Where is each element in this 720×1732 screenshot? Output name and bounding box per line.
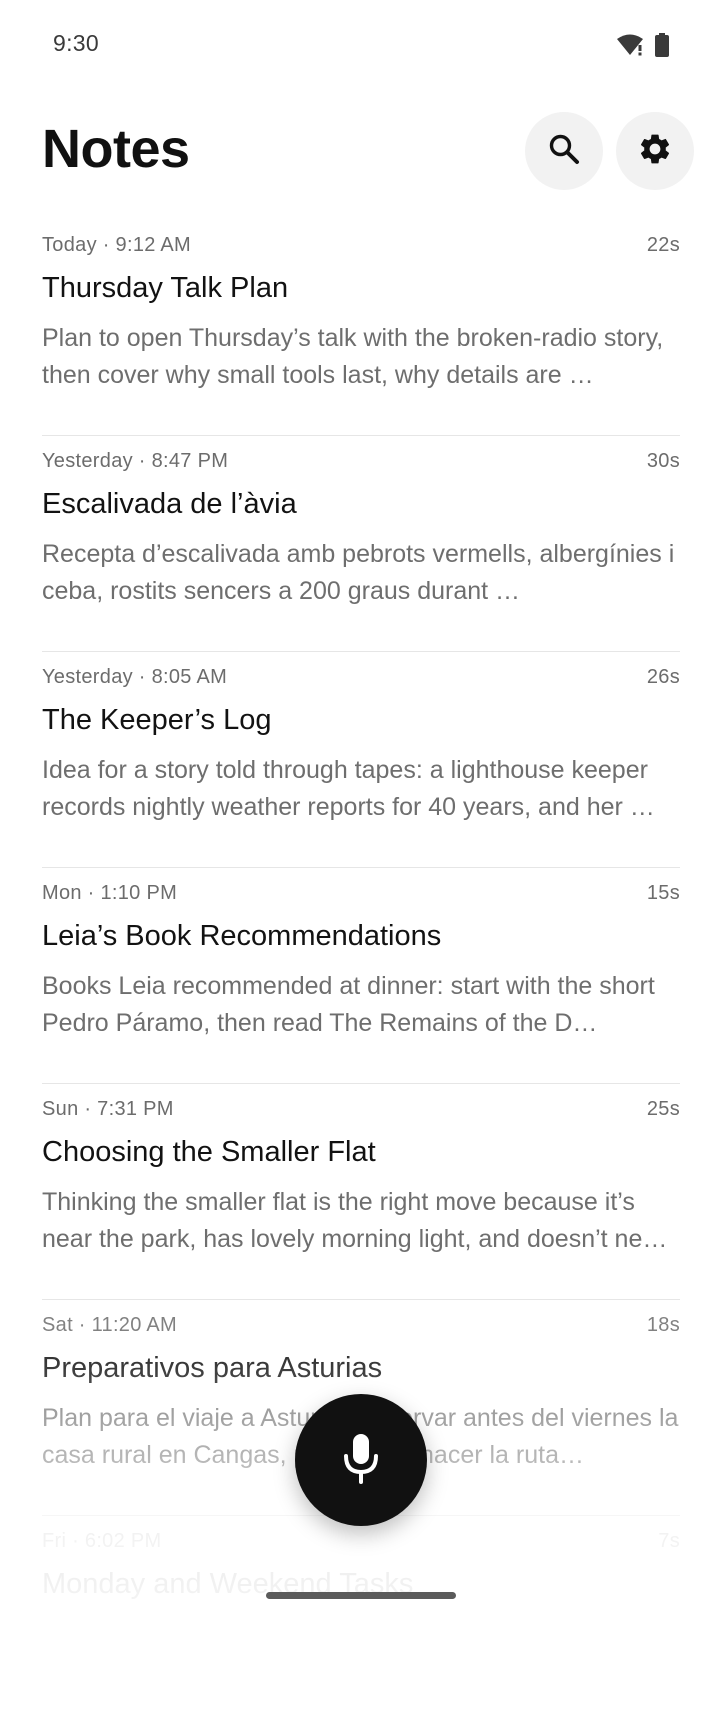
status-icons (616, 33, 670, 62)
note-item[interactable]: Mon · 1:10 PM 15s Leia’s Book Recommenda… (42, 868, 680, 1084)
note-preview: Recepta d’escalivada amb pebrots vermell… (42, 540, 675, 605)
note-preview: Plan to open Thursday’s talk with the br… (42, 324, 664, 389)
note-duration: 15s (646, 882, 680, 904)
note-item[interactable]: Sun · 7:31 PM 25s Choosing the Smaller F… (42, 1084, 680, 1300)
note-title: Leia’s Book Recommendations (42, 920, 442, 952)
note-preview: Idea for a story told through tapes: a l… (42, 756, 655, 821)
note-duration: 26s (646, 666, 680, 688)
home-indicator[interactable] (266, 1592, 456, 1599)
note-date: Fri · 6:02 PM (42, 1530, 162, 1552)
header: Notes (0, 100, 720, 200)
page-title: Notes (42, 119, 190, 179)
gear-icon (637, 131, 673, 172)
note-date: Yesterday · 8:47 PM (42, 450, 229, 472)
search-button[interactable] (525, 112, 603, 190)
note-title: The Keeper’s Log (42, 704, 272, 736)
note-preview: Books Leia recommended at dinner: start … (42, 972, 655, 1037)
note-item[interactable]: Yesterday · 8:05 AM 26s The Keeper’s Log… (42, 652, 680, 868)
note-title: Thursday Talk Plan (42, 272, 289, 304)
note-date: Mon · 1:10 PM (42, 882, 178, 904)
microphone-icon (341, 1432, 381, 1489)
note-duration: 7s (658, 1530, 680, 1552)
note-duration: 18s (646, 1314, 680, 1336)
search-icon (547, 132, 581, 171)
battery-icon (654, 33, 670, 62)
note-item[interactable]: Fri · 6:02 PM 7s Monday and Weekend Task… (42, 1516, 680, 1732)
record-button[interactable] (295, 1394, 427, 1526)
note-date: Sat · 11:20 AM (42, 1314, 178, 1336)
status-time: 9:30 (53, 30, 99, 56)
settings-button[interactable] (616, 112, 694, 190)
note-item[interactable]: Yesterday · 8:47 PM 30s Escalivada de l’… (42, 436, 680, 652)
note-title: Choosing the Smaller Flat (42, 1136, 376, 1168)
note-item[interactable]: Today · 9:12 AM 22s Thursday Talk Plan P… (42, 220, 680, 436)
note-title: Preparativos para Asturias (42, 1352, 383, 1384)
note-date: Sun · 7:31 PM (42, 1098, 174, 1120)
note-date: Today · 9:12 AM (42, 234, 192, 256)
note-date: Yesterday · 8:05 AM (42, 666, 228, 688)
note-duration: 30s (646, 450, 680, 472)
note-duration: 25s (646, 1098, 680, 1120)
status-bar: 9:30 (0, 0, 720, 90)
note-preview: Thinking the smaller flat is the right m… (42, 1188, 668, 1253)
note-duration: 22s (646, 234, 680, 256)
wifi-icon (616, 33, 644, 62)
note-title: Escalivada de l’àvia (42, 488, 297, 520)
